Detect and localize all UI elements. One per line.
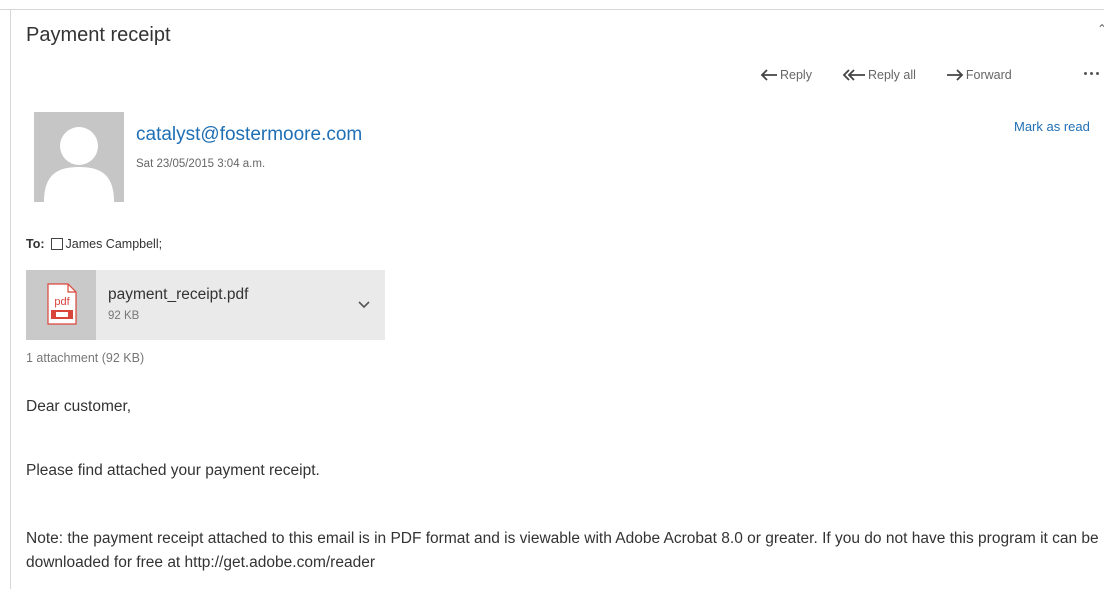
mark-as-read-link[interactable]: Mark as read: [1014, 119, 1090, 134]
attachment-icon-box: pdf: [26, 270, 96, 340]
sender-address[interactable]: catalyst@fostermoore.com: [136, 124, 362, 146]
more-actions-icon[interactable]: [1084, 72, 1099, 75]
attachment-size: 92 KB: [108, 310, 140, 322]
reply-label: Reply: [780, 68, 812, 82]
reply-all-label: Reply all: [867, 68, 916, 82]
left-divider: [10, 9, 11, 589]
recipient-checkbox[interactable]: [50, 238, 63, 250]
avatar: [34, 112, 124, 202]
forward-arrow-icon: [946, 69, 964, 81]
body-paragraph-2: Note: the payment receipt attached to th…: [26, 530, 1099, 571]
recipient-name[interactable]: James Campbell;: [66, 237, 163, 251]
reply-arrow-icon: [760, 69, 777, 81]
recipients-row: To: James Campbell;: [26, 237, 162, 251]
top-divider: [0, 9, 1104, 10]
to-label: To:: [26, 237, 45, 251]
collapse-icon[interactable]: ⌃: [1097, 22, 1104, 36]
email-subject: Payment receipt: [26, 24, 171, 46]
pdf-file-icon: pdf: [47, 283, 77, 325]
email-reading-pane: Payment receipt ⌃ Reply Reply all Forwar…: [0, 0, 1104, 589]
reply-all-button[interactable]: Reply all: [842, 68, 916, 82]
forward-label: Forward: [965, 68, 1012, 82]
attachment-filename: payment_receipt.pdf: [108, 286, 249, 303]
attachment-summary: 1 attachment (92 KB): [26, 351, 145, 365]
sent-date: Sat 23/05/2015 3:04 a.m.: [136, 158, 266, 170]
body-greeting: Dear customer,: [26, 398, 132, 415]
reply-button[interactable]: Reply: [760, 68, 812, 82]
forward-button[interactable]: Forward: [946, 68, 1012, 82]
pdf-icon-label: pdf: [54, 296, 70, 308]
body-paragraph-1: Please find attached your payment receip…: [26, 462, 320, 479]
person-placeholder-icon: [44, 127, 114, 202]
message-actions-toolbar: Reply Reply all Forward: [760, 68, 1042, 82]
reply-all-arrow-icon: [842, 69, 865, 81]
chevron-down-icon[interactable]: [357, 297, 371, 315]
attachment-card[interactable]: pdf payment_receipt.pdf 92 KB: [26, 270, 385, 340]
